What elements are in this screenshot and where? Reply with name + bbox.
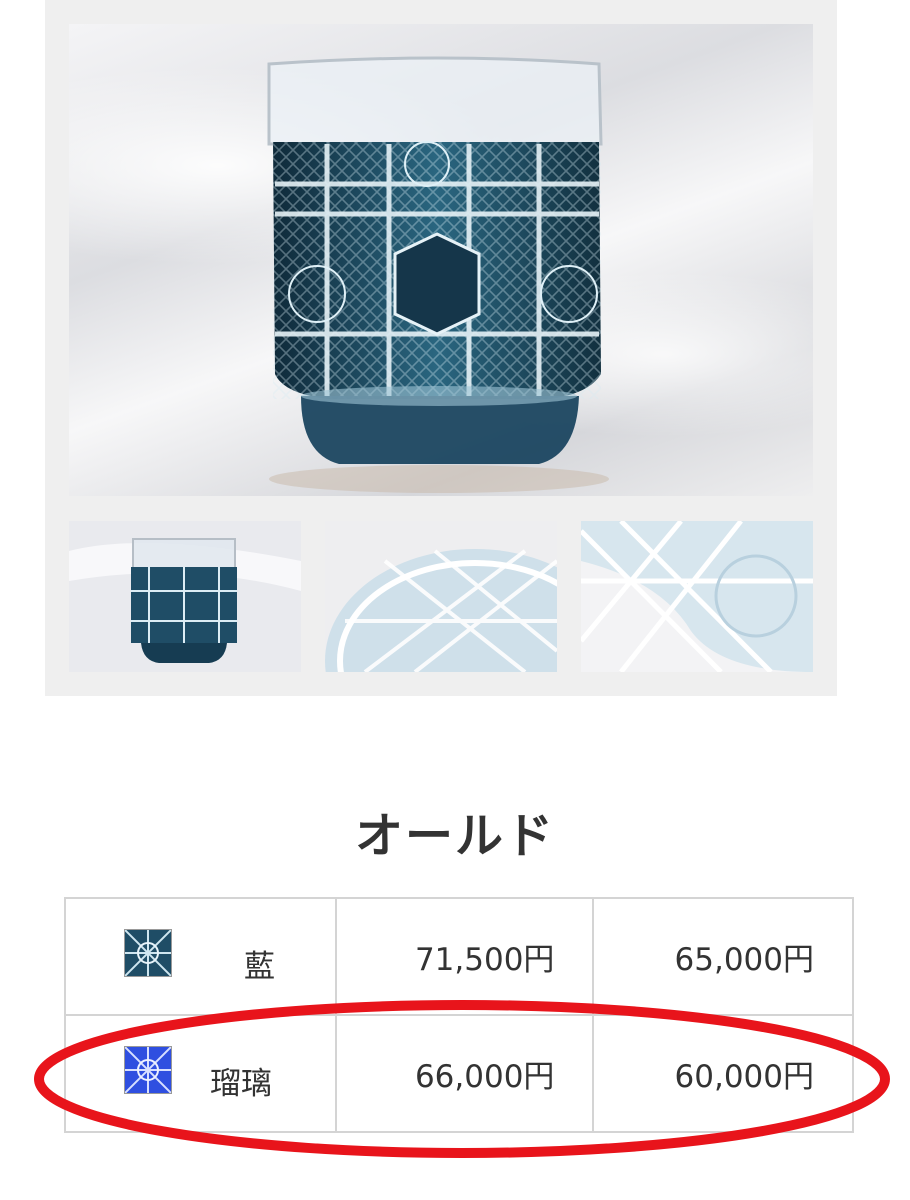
price-cell: 60,000円: [592, 1014, 854, 1133]
thumbnail-glass-front[interactable]: [69, 521, 301, 672]
main-product-photo[interactable]: [69, 24, 813, 496]
color-name: 瑠璃: [210, 1066, 272, 1102]
thumbnail-cut-pattern-image: [581, 521, 813, 672]
glass-tumbler-image: [267, 56, 609, 493]
color-name: 藍: [244, 949, 275, 985]
product-gallery: [45, 0, 837, 696]
ai-color-swatch: [124, 929, 172, 977]
price-cell: 71,500円: [334, 897, 595, 1016]
price-cell: 65,000円: [592, 897, 854, 1016]
color-cell: 藍: [64, 897, 337, 1016]
thumbnail-cut-pattern-closeup[interactable]: [581, 521, 813, 672]
thumbnail-glass-bottom[interactable]: [325, 521, 557, 672]
thumbnail-glass-front-image: [69, 521, 301, 672]
product-title: オールド: [354, 808, 555, 864]
price-cell: 66,000円: [334, 1014, 595, 1133]
color-cell: 瑠璃: [64, 1014, 337, 1133]
thumbnail-glass-bottom-image: [325, 521, 557, 672]
table-row: 藍 71,500円 65,000円: [64, 897, 854, 1016]
price-table: 藍 71,500円 65,000円 瑠璃 66,000円 60,000円: [64, 897, 854, 1133]
ruri-color-swatch: [124, 1046, 172, 1094]
table-row: 瑠璃 66,000円 60,000円: [64, 1014, 854, 1133]
